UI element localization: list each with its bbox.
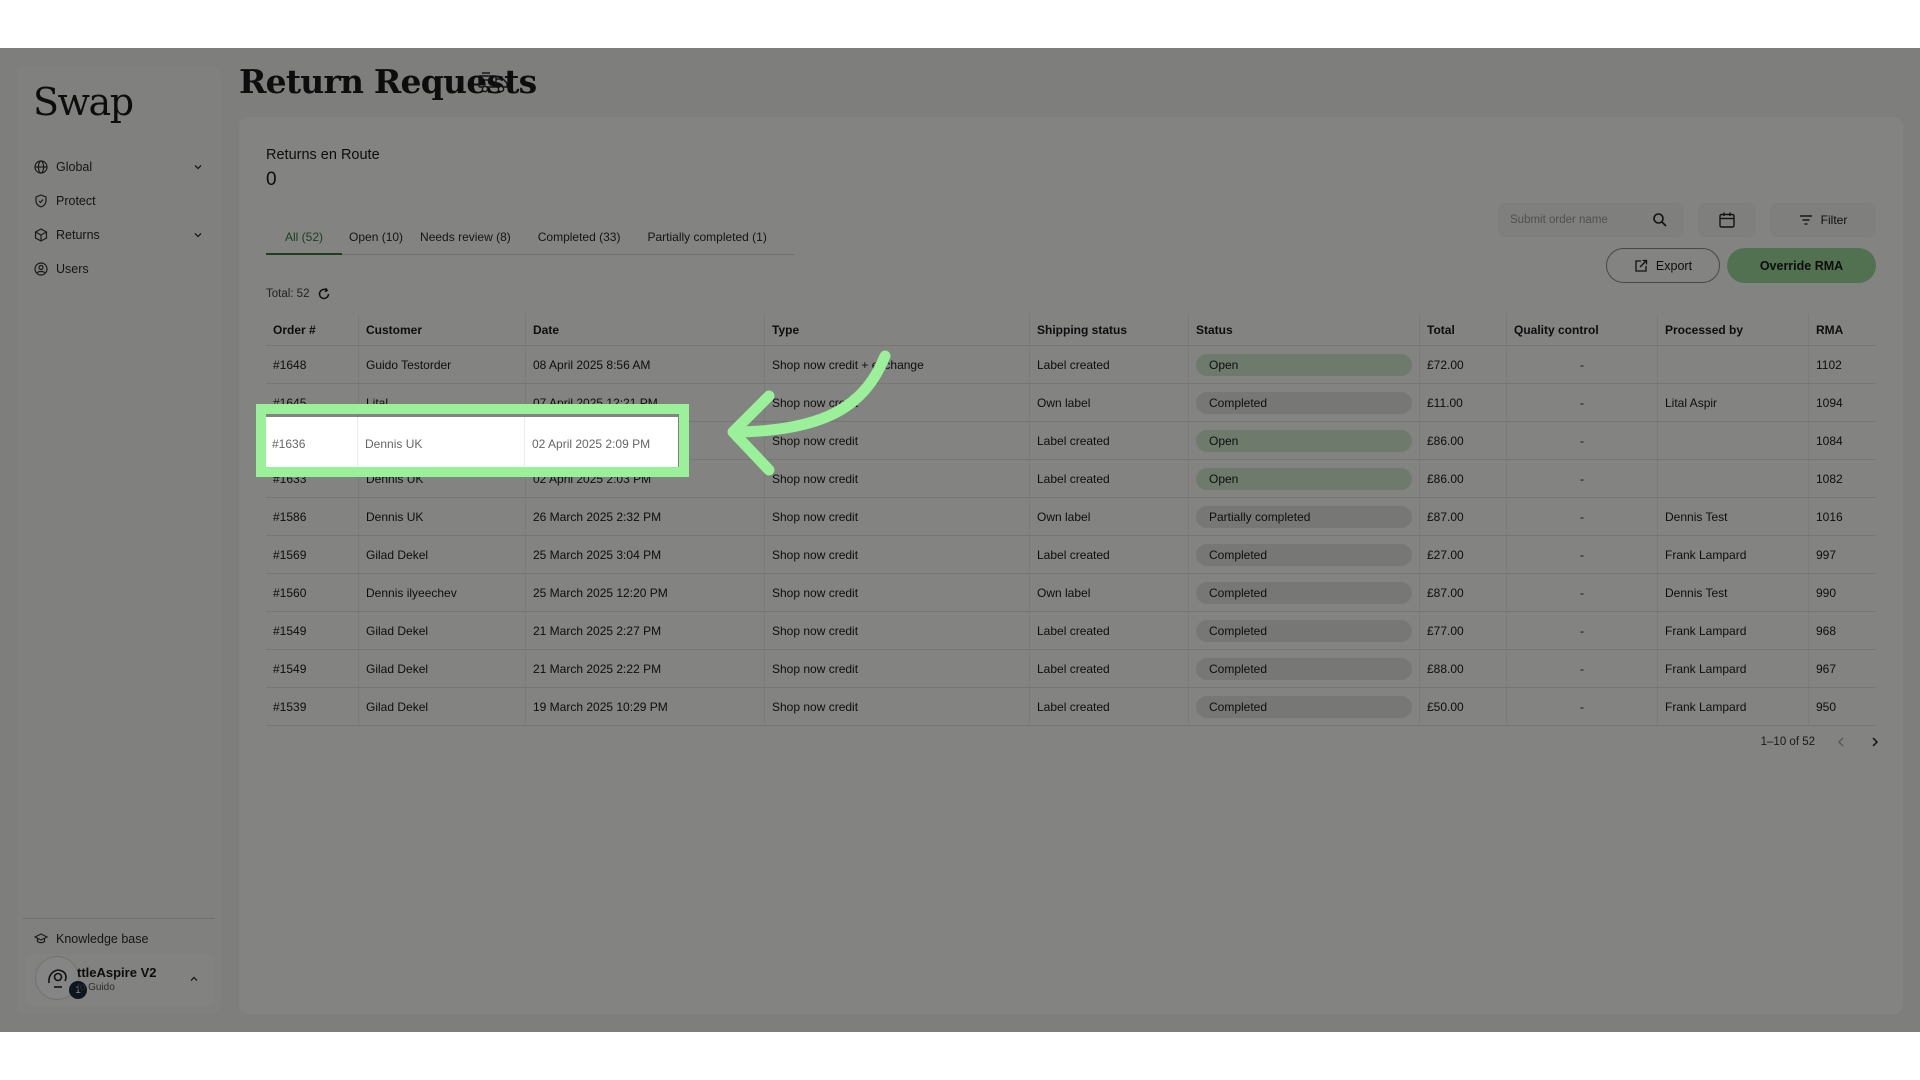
dim-overlay — [0, 48, 1920, 1032]
highlight-frame — [256, 404, 689, 477]
pointer-arrow-icon — [727, 350, 891, 476]
app-window: Swap Global Protect Returns Users Knowle… — [0, 48, 1920, 1032]
